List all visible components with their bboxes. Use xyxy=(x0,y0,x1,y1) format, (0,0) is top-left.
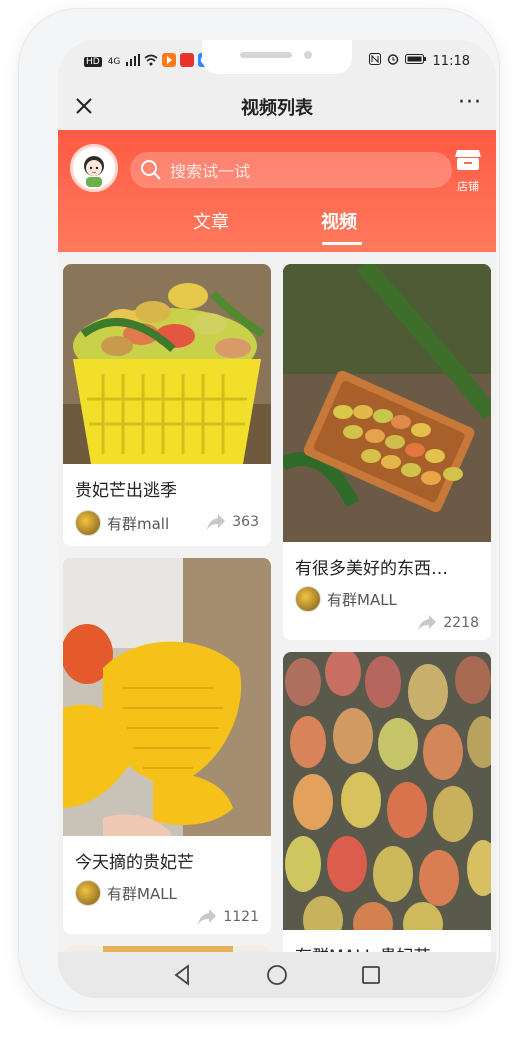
nfc-icon xyxy=(368,53,381,69)
store-button[interactable]: 店铺 xyxy=(448,148,488,198)
hd-badge: HD xyxy=(84,57,102,67)
share-count: 2218 xyxy=(443,615,479,631)
card-author[interactable]: 有群MALL xyxy=(295,586,397,612)
search-placeholder: 搜索试一试 xyxy=(170,162,251,181)
video-card[interactable]: 贵妃芒出逃季 有群mall 363 xyxy=(63,264,271,546)
card-author[interactable]: 有群MALL xyxy=(75,880,177,906)
speaker xyxy=(240,52,292,58)
share-icon xyxy=(418,615,437,631)
author-avatar xyxy=(75,880,101,906)
card-title: 有很多美好的东西… xyxy=(295,559,448,579)
author-avatar xyxy=(75,510,101,536)
store-label: 店铺 xyxy=(457,180,479,193)
front-camera xyxy=(304,51,312,59)
video-thumbnail xyxy=(283,264,491,542)
video-card[interactable]: 今天摘的贵妃芒 有群MALL 1121 xyxy=(63,558,271,934)
status-bar: HD 4G 11:18 xyxy=(58,40,496,82)
card-title: 今天摘的贵妃芒 xyxy=(75,853,194,873)
store-icon xyxy=(454,150,482,176)
tab-bar: 文章 视频 xyxy=(58,198,496,248)
video-card[interactable]: 有群MALL 贵妃芒 xyxy=(283,652,491,952)
share-count: 1121 xyxy=(223,909,259,925)
header: 搜索试一试 店铺 文章 视频 xyxy=(58,130,496,252)
author-name: 有群MALL xyxy=(327,590,397,609)
search-icon xyxy=(136,155,166,185)
status-right: 11:18 xyxy=(368,53,470,69)
battery-icon xyxy=(404,53,427,69)
video-feed: 贵妃芒出逃季 有群mall 363 有很多美好的东西… 有群MALL 2218 … xyxy=(58,252,496,952)
more-options-icon[interactable]: ··· xyxy=(458,90,482,115)
share-count: 363 xyxy=(232,514,259,530)
tab-articles[interactable]: 文章 xyxy=(193,208,229,234)
author-name: 有群mall xyxy=(107,514,170,533)
status-left: HD 4G xyxy=(84,53,213,71)
screen: HD 4G 11:18 视频列表 ··· 搜索试一试 店铺 文章 视频 贵妃芒出… xyxy=(58,40,496,998)
avatar[interactable] xyxy=(70,144,118,192)
search-input[interactable]: 搜索试一试 xyxy=(130,152,452,188)
video-thumbnail xyxy=(63,264,271,464)
back-icon[interactable] xyxy=(170,962,196,988)
share-button[interactable]: 2218 xyxy=(417,614,479,632)
video-thumbnail xyxy=(63,558,271,836)
card-author[interactable]: 有群mall xyxy=(75,510,169,536)
app-icon-red xyxy=(180,53,195,71)
recents-icon[interactable] xyxy=(358,962,384,988)
phone-frame: HD 4G 11:18 视频列表 ··· 搜索试一试 店铺 文章 视频 贵妃芒出… xyxy=(18,8,500,1012)
card-title: 有群MALL 贵妃芒 xyxy=(295,942,479,952)
home-icon[interactable] xyxy=(264,962,290,988)
signal-icon xyxy=(126,54,141,70)
page-title: 视频列表 xyxy=(241,98,313,119)
title-bar: 视频列表 ··· xyxy=(58,82,496,130)
alarm-icon xyxy=(387,53,399,69)
share-button[interactable]: 1121 xyxy=(197,908,259,926)
active-tab-indicator xyxy=(322,242,362,245)
network-badge: 4G xyxy=(107,57,121,67)
share-icon xyxy=(198,909,217,925)
video-thumbnail xyxy=(283,652,491,930)
share-button[interactable]: 363 xyxy=(206,513,259,531)
app-icon-orange xyxy=(162,53,177,71)
share-icon xyxy=(207,514,226,530)
system-nav-bar xyxy=(58,952,496,998)
status-time: 11:18 xyxy=(432,53,470,69)
video-card[interactable]: 有很多美好的东西… 有群MALL 2218 xyxy=(283,264,491,640)
author-name: 有群MALL xyxy=(107,884,177,903)
tab-videos[interactable]: 视频 xyxy=(321,208,357,234)
camera-notch xyxy=(202,40,352,74)
wifi-icon xyxy=(144,54,158,70)
card-title: 贵妃芒出逃季 xyxy=(75,481,177,501)
author-avatar xyxy=(295,586,321,612)
